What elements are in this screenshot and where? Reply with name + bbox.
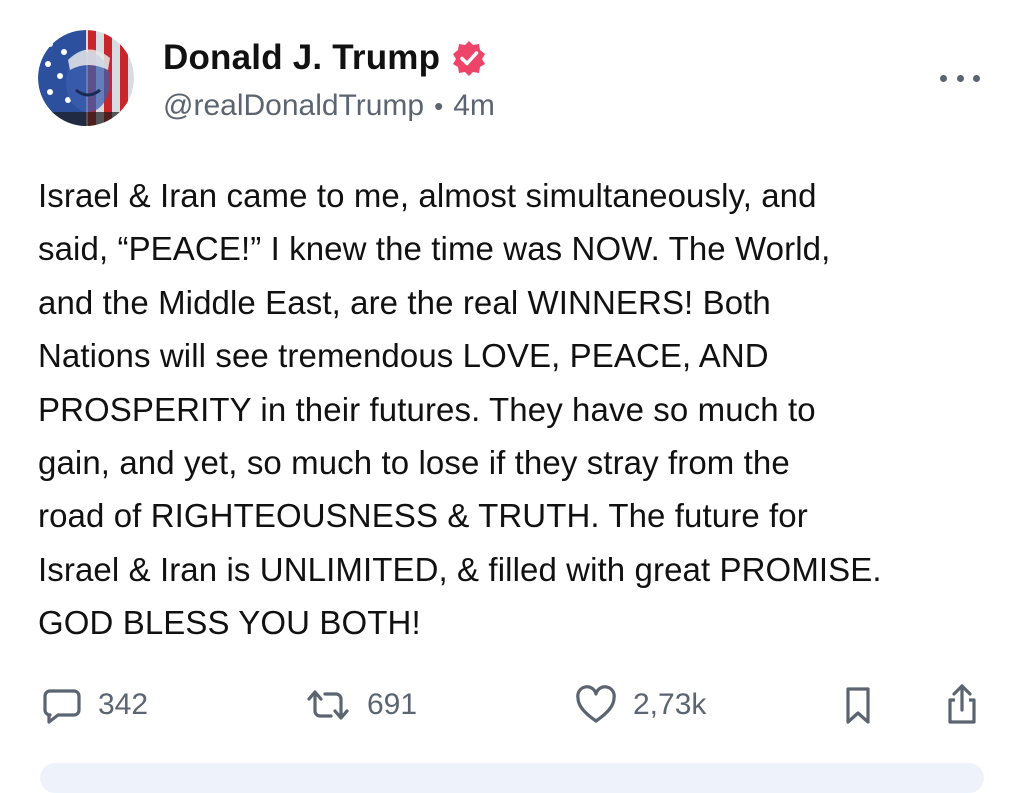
like-button[interactable]: 2,73k bbox=[573, 680, 706, 730]
bookmark-icon bbox=[838, 683, 878, 727]
retruth-count: 691 bbox=[367, 688, 418, 721]
author-handle[interactable]: @realDonaldTrump bbox=[163, 89, 424, 123]
post-actions-bar: 342 691 2,73k bbox=[0, 680, 1024, 730]
reply-button[interactable]: 342 bbox=[40, 680, 148, 730]
retruth-button[interactable]: 691 bbox=[303, 680, 417, 730]
share-icon bbox=[940, 682, 984, 728]
bookmark-button[interactable] bbox=[838, 680, 878, 730]
author-handle-row: @realDonaldTrump • 4m bbox=[163, 89, 495, 123]
more-dot-2 bbox=[956, 74, 964, 82]
author-display-name[interactable]: Donald J. Trump bbox=[163, 38, 440, 78]
post-body-line: and the Middle East, are the real WINNER… bbox=[38, 283, 771, 321]
post-body-line: road of RIGHTEOUSNESS & TRUTH. The futur… bbox=[38, 497, 808, 535]
more-dot-3 bbox=[973, 74, 980, 82]
author-name-row: Donald J. Trump bbox=[163, 38, 488, 78]
post-timestamp[interactable]: 4m bbox=[453, 89, 495, 123]
post-body-line: gain, and yet, so much to lose if they s… bbox=[38, 444, 790, 482]
like-count: 2,73k bbox=[633, 688, 707, 721]
retruth-icon bbox=[303, 683, 353, 727]
avatar[interactable] bbox=[38, 30, 134, 126]
more-dot-1 bbox=[940, 74, 947, 82]
separator-dot: • bbox=[434, 90, 444, 121]
post-card: Donald J. Trump @realDonaldTrump • 4m Is… bbox=[0, 0, 1024, 793]
share-button[interactable] bbox=[940, 680, 984, 730]
post-body: Israel & Iran came to me, almost simulta… bbox=[38, 169, 988, 650]
post-body-line: Israel & Iran came to me, almost simulta… bbox=[38, 177, 817, 214]
reply-count: 342 bbox=[98, 688, 149, 721]
post-body-line: Nations will see tremendous LOVE, PEACE,… bbox=[38, 337, 769, 375]
post-body-line: GOD BLESS YOU BOTH! bbox=[38, 604, 421, 642]
heart-icon bbox=[573, 683, 619, 727]
more-options-button[interactable] bbox=[940, 66, 980, 90]
post-body-line: PROSPERITY in their futures. They have s… bbox=[38, 390, 816, 428]
post-body-line: said, “PEACE!” I knew the time was NOW. … bbox=[38, 230, 831, 268]
verified-badge-icon bbox=[450, 39, 488, 77]
reply-icon bbox=[40, 683, 84, 727]
post-body-line: Israel & Iran is UNLIMITED, & filled wit… bbox=[38, 550, 882, 588]
next-post-preview[interactable] bbox=[40, 763, 984, 793]
